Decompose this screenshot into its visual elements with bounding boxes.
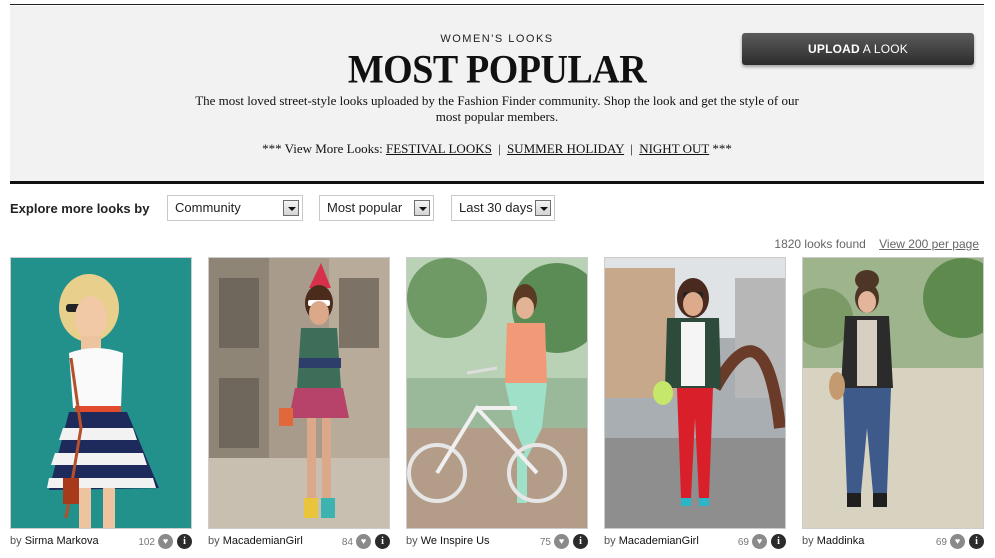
community-select-value: Community: [175, 200, 241, 215]
info-icon[interactable]: i: [969, 534, 984, 549]
sort-select-value: Most popular: [327, 200, 403, 215]
look-byline: by MacademianGirl: [208, 535, 303, 547]
heart-icon[interactable]: ♥: [950, 534, 965, 549]
separator: |: [498, 141, 501, 156]
author-link[interactable]: MacademianGirl: [223, 535, 303, 547]
look-card: by We Inspire Us 75 ♥ i: [406, 257, 588, 553]
heart-icon[interactable]: ♥: [752, 534, 767, 549]
upload-label-bold: UPLOAD: [808, 42, 860, 56]
upload-label-rest: A LOOK: [859, 42, 908, 56]
top-divider: [10, 4, 984, 5]
look-byline: by Maddinka: [802, 535, 864, 547]
results-bar: 1820 looks found View 200 per page: [774, 237, 979, 251]
more-looks-suffix: ***: [712, 141, 732, 156]
look-card: by Sirma Markova 102 ♥ i: [10, 257, 192, 553]
info-icon[interactable]: i: [177, 534, 192, 549]
author-link[interactable]: We Inspire Us: [421, 535, 490, 547]
author-link[interactable]: MacademianGirl: [619, 535, 699, 547]
community-select[interactable]: Community: [167, 195, 303, 221]
look-photo[interactable]: [208, 257, 390, 529]
look-photo[interactable]: [406, 257, 588, 529]
heart-icon[interactable]: ♥: [554, 534, 569, 549]
like-count: 69: [737, 537, 749, 548]
info-icon[interactable]: i: [771, 534, 786, 549]
look-card: by MacademianGirl 69 ♥ i: [604, 257, 786, 553]
chevron-down-icon: [414, 200, 430, 216]
hero-description: The most loved street-style looks upload…: [195, 93, 799, 124]
by-label: by: [802, 535, 814, 547]
chevron-down-icon: [535, 200, 551, 216]
heart-icon[interactable]: ♥: [356, 534, 371, 549]
more-looks-prefix: *** View More Looks:: [262, 141, 383, 156]
info-icon[interactable]: i: [375, 534, 390, 549]
author-link[interactable]: Sirma Markova: [25, 535, 99, 547]
period-select[interactable]: Last 30 days: [451, 195, 555, 221]
look-card: by MacademianGirl 84 ♥ i: [208, 257, 390, 553]
explore-label: Explore more looks by: [10, 201, 150, 216]
summer-holiday-link[interactable]: SUMMER HOLIDAY: [507, 141, 624, 156]
per-page-link[interactable]: View 200 per page: [879, 237, 979, 251]
look-byline: by Sirma Markova: [10, 535, 99, 547]
period-select-value: Last 30 days: [459, 200, 533, 215]
author-link[interactable]: Maddinka: [817, 535, 865, 547]
look-photo[interactable]: [604, 257, 786, 529]
like-count: 102: [138, 537, 155, 548]
separator: |: [630, 141, 633, 156]
by-label: by: [604, 535, 616, 547]
like-count: 75: [539, 537, 551, 548]
upload-look-button[interactable]: UPLOAD A LOOK: [742, 33, 974, 65]
results-count: 1820 looks found: [774, 237, 866, 251]
hero-bottom-divider: [10, 181, 984, 184]
by-label: by: [10, 535, 22, 547]
more-looks-line: *** View More Looks: FESTIVAL LOOKS | SU…: [10, 141, 984, 157]
like-count: 69: [935, 537, 947, 548]
sort-select[interactable]: Most popular: [319, 195, 434, 221]
info-icon[interactable]: i: [573, 534, 588, 549]
chevron-down-icon: [283, 200, 299, 216]
look-byline: by We Inspire Us: [406, 535, 490, 547]
look-photo[interactable]: [10, 257, 192, 529]
by-label: by: [208, 535, 220, 547]
hero-banner: WOMEN'S LOOKS MOST POPULAR The most love…: [10, 6, 984, 181]
like-count: 84: [341, 537, 353, 548]
heart-icon[interactable]: ♥: [158, 534, 173, 549]
festival-looks-link[interactable]: FESTIVAL LOOKS: [386, 141, 492, 156]
night-out-link[interactable]: NIGHT OUT: [639, 141, 709, 156]
look-photo[interactable]: [802, 257, 984, 529]
look-byline: by MacademianGirl: [604, 535, 699, 547]
by-label: by: [406, 535, 418, 547]
look-card: by Maddinka 69 ♥ i: [802, 257, 984, 553]
